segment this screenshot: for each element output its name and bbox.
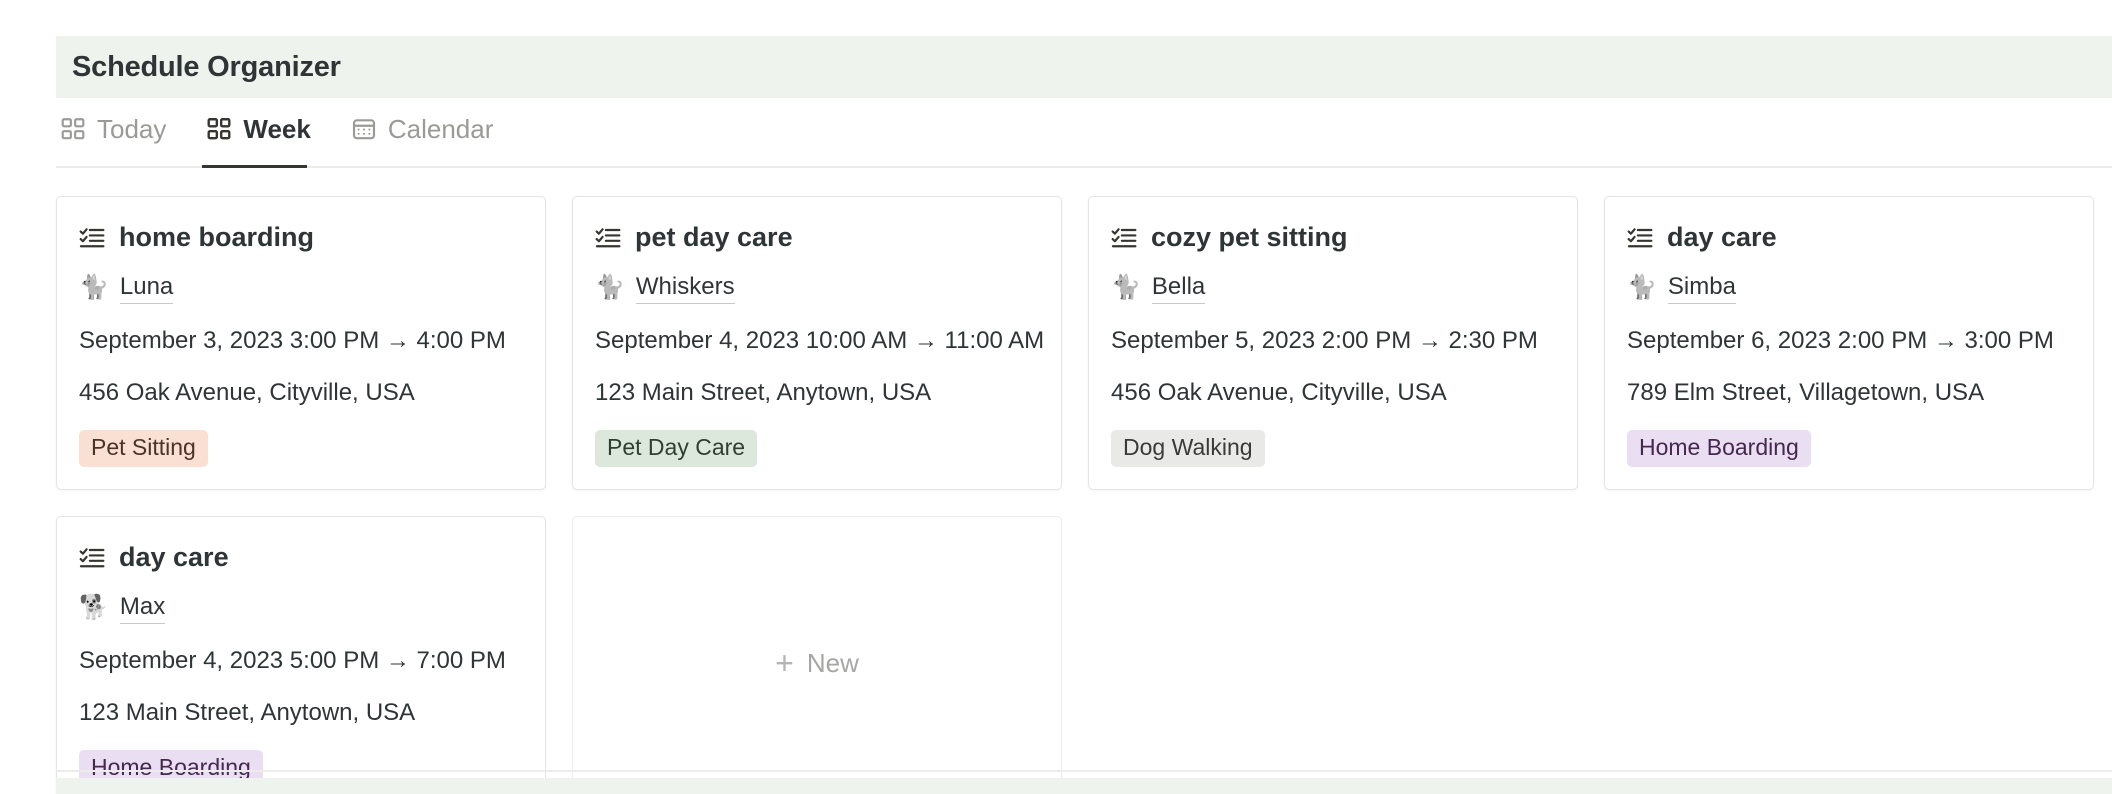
card-address: 123 Main Street, Anytown, USA [595, 378, 932, 406]
card-datetime: September 3, 2023 3:00 PM → 4:00 PM [79, 326, 506, 354]
tabs: Today Week Calendar [56, 106, 2112, 168]
schedule-organizer-page: Schedule Organizer Today Week Calendar h… [0, 0, 2112, 794]
status-badge: Pet Day Care [595, 429, 758, 468]
dog-icon: 🐕 [79, 594, 109, 622]
plus-icon: + [775, 645, 794, 682]
tab-week-label: Week [243, 114, 311, 144]
card-title: cozy pet sitting [1151, 222, 1348, 252]
cat-icon: 🐈 [1627, 274, 1657, 302]
page-title: Schedule Organizer [72, 50, 341, 83]
status-badge: Dog Walking [1111, 429, 1265, 468]
pet-name-link[interactable]: Bella [1151, 273, 1206, 304]
card-title: pet day care [635, 222, 793, 252]
card-address: 123 Main Street, Anytown, USA [79, 698, 416, 726]
checklist-icon [79, 225, 105, 251]
bottom-band [56, 778, 2112, 794]
checklist-icon [79, 545, 105, 571]
new-card-button[interactable]: + New [572, 516, 1062, 794]
schedule-card-grid: home boarding 🐈 Luna September 3, 2023 3… [56, 196, 2112, 794]
calendar-icon [351, 116, 377, 142]
card-title-row: cozy pet sitting [1111, 222, 1555, 253]
card-title-row: pet day care [595, 222, 1039, 253]
pet-row: 🐈 Whiskers [595, 273, 1039, 304]
pet-row: 🐈 Simba [1627, 273, 2071, 304]
grid-icon [60, 116, 86, 142]
pet-row: 🐈 Luna [79, 273, 523, 304]
card-datetime: September 5, 2023 2:00 PM → 2:30 PM [1111, 326, 1538, 354]
checklist-icon [1627, 225, 1653, 251]
schedule-card[interactable]: day care 🐕 Max September 4, 2023 5:00 PM… [56, 516, 546, 794]
card-title: day care [1667, 222, 1777, 252]
card-title-row: day care [1627, 222, 2071, 253]
card-title: day care [119, 542, 229, 573]
pet-name-link[interactable]: Luna [119, 273, 174, 304]
card-datetime: September 4, 2023 10:00 AM → 11:00 AM [595, 326, 1045, 354]
tab-today[interactable]: Today [56, 106, 182, 168]
cat-icon: 🐈 [595, 274, 625, 302]
card-title-row: day care [79, 543, 523, 573]
bottom-divider [56, 770, 2112, 772]
view-tabbar: Today Week Calendar [56, 106, 2112, 168]
pet-name-link[interactable]: Max [119, 593, 166, 624]
pet-name-link[interactable]: Whiskers [635, 273, 735, 304]
header-band: Schedule Organizer [56, 36, 2112, 98]
tab-week[interactable]: Week [202, 106, 326, 168]
schedule-card[interactable]: pet day care 🐈 Whiskers September 4, 202… [572, 196, 1062, 491]
checklist-icon [1111, 225, 1137, 251]
card-title: home boarding [119, 222, 314, 252]
tab-calendar-label: Calendar [387, 114, 494, 144]
pet-name-link[interactable]: Simba [1667, 273, 1736, 304]
card-datetime: September 6, 2023 2:00 PM → 3:00 PM [1627, 326, 2054, 354]
tab-calendar[interactable]: Calendar [347, 106, 510, 168]
card-address: 789 Elm Street, Villagetown, USA [1627, 378, 1985, 406]
new-card-label: New [806, 648, 859, 679]
card-address: 456 Oak Avenue, Cityville, USA [79, 378, 415, 406]
cat-icon: 🐈 [1111, 274, 1141, 302]
pet-row: 🐈 Bella [1111, 273, 1555, 304]
schedule-card[interactable]: cozy pet sitting 🐈 Bella September 5, 20… [1088, 196, 1578, 491]
pet-row: 🐕 Max [79, 593, 523, 624]
cat-icon: 🐈 [79, 274, 109, 302]
card-title-row: home boarding [79, 222, 523, 253]
schedule-card[interactable]: day care 🐈 Simba September 6, 2023 2:00 … [1604, 196, 2094, 491]
grid-icon [206, 116, 232, 142]
status-badge: Home Boarding [1627, 429, 1811, 468]
card-address: 456 Oak Avenue, Cityville, USA [1111, 378, 1447, 406]
checklist-icon [595, 225, 621, 251]
schedule-card[interactable]: home boarding 🐈 Luna September 3, 2023 3… [56, 196, 546, 491]
card-datetime: September 4, 2023 5:00 PM → 7:00 PM [79, 646, 506, 674]
status-badge: Pet Sitting [79, 429, 208, 468]
tab-today-label: Today [97, 114, 167, 144]
